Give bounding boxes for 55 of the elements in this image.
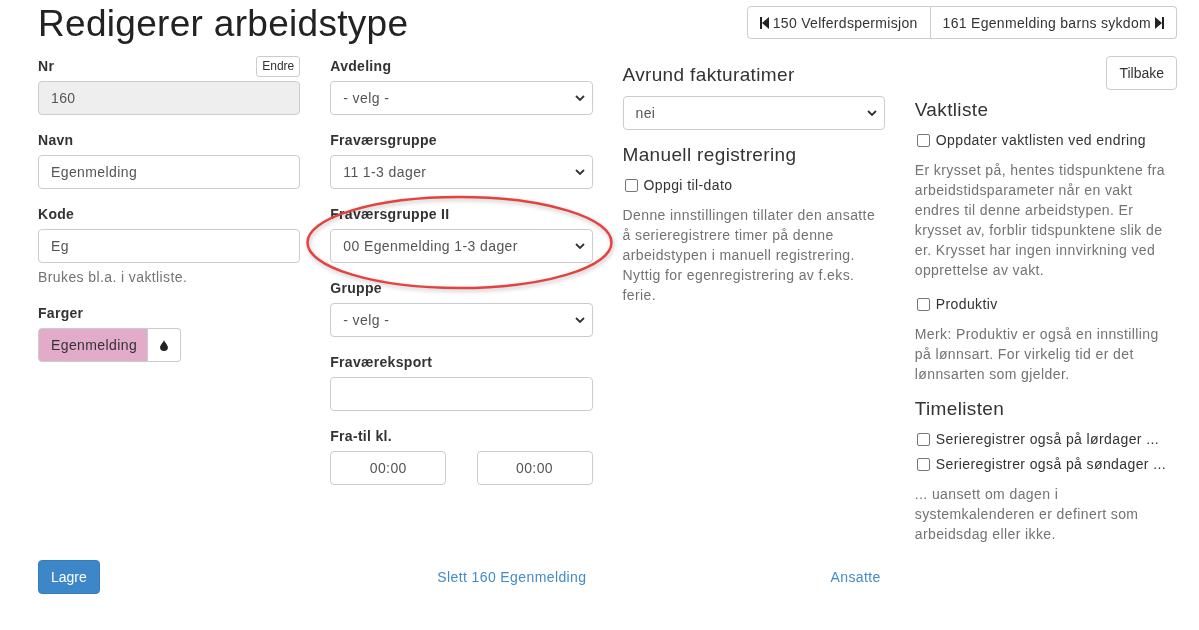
skip-forward-icon xyxy=(1155,16,1164,29)
delete-link[interactable]: Slett 160 Egenmelding xyxy=(437,569,593,585)
time-field[interactable]: 00:00 xyxy=(330,451,447,485)
field-label: Kode xyxy=(38,205,75,224)
checkbox-label[interactable]: Serieregistrer også på lørdager ... xyxy=(935,429,1160,449)
field-label: Nr xyxy=(38,57,55,76)
section-heading: Vaktliste xyxy=(914,99,990,121)
help-text: ... uansett om dagen i systemkalenderen er definert som arbeidsdag eller ikke. xyxy=(914,485,1140,544)
next-record-button[interactable]: 161 Egenmelding barns sykdom xyxy=(930,6,1177,39)
select-field[interactable]: 11 1-3 dager xyxy=(330,155,593,189)
help-text: Denne innstillingen tillater den ansatte å serieregistrere timer på denne arbeidstypen i manuell registrering. Nyttig for egenregistrering av f.eks. ferie. xyxy=(622,206,877,305)
section-heading: Avrund fakturatimer xyxy=(622,64,796,86)
checkbox-label[interactable]: Produktiv xyxy=(935,294,998,314)
help-text: Brukes bl.a. i vaktliste. xyxy=(38,268,189,287)
checkbox-label[interactable]: Serieregistrer også på søndager ... xyxy=(935,454,1167,474)
back-button[interactable]: Tilbake xyxy=(1106,56,1177,90)
droplet-icon xyxy=(160,339,168,351)
select-field[interactable]: nei xyxy=(622,96,885,130)
color-field[interactable]: Egenmelding xyxy=(38,328,148,362)
previous-record-button[interactable]: 150 Velferdspermisjon xyxy=(746,6,931,39)
chevron-down-icon xyxy=(574,95,585,101)
text-field[interactable]: Eg xyxy=(38,229,301,263)
chevron-down-icon xyxy=(866,110,877,116)
field-label: Fra-til kl. xyxy=(330,427,392,446)
checkbox-label[interactable]: Oppgi til-dato xyxy=(643,175,733,195)
help-text: Merk: Produktiv er også en innstilling på lønnsart. For virkelig tid er det lønnsarten som gjelder. xyxy=(914,325,1160,384)
select-field[interactable]: - velg - xyxy=(330,81,593,115)
time-field[interactable]: 00:00 xyxy=(476,451,593,485)
page-title: Redigerer arbeidstype xyxy=(38,2,409,46)
chevron-down-icon xyxy=(574,317,585,323)
section-heading: Manuell registrering xyxy=(622,144,798,166)
field-label: Avdeling xyxy=(330,57,392,76)
field-label: Farger xyxy=(38,304,84,323)
chevron-down-icon xyxy=(574,169,585,175)
chevron-down-icon xyxy=(574,243,585,249)
color-picker-button[interactable] xyxy=(148,328,181,362)
field-label: Gruppe xyxy=(330,279,382,298)
checkbox[interactable] xyxy=(624,178,638,192)
help-text: Er krysset på, hentes tidspunktene fra arbeidstidsparameter når en vakt endres til denne arbeidstypen. Er krysset av, forblir tidspunktene slik de er. Krysset har ingen innvirkning ved opprettelse av vakt. xyxy=(914,161,1166,280)
field-label: Fraværsgruppe xyxy=(330,131,437,150)
checkbox[interactable] xyxy=(916,297,930,311)
checkbox-label[interactable]: Oppdater vaktlisten ved endring xyxy=(935,130,1146,150)
save-button[interactable]: Lagre xyxy=(38,560,100,594)
checkbox[interactable] xyxy=(916,432,930,446)
text-field[interactable]: Egenmelding xyxy=(38,155,301,189)
section-heading: Timelisten xyxy=(914,398,1006,420)
select-field[interactable]: 00 Egenmelding 1-3 dager xyxy=(330,229,593,263)
select-field[interactable]: - velg - xyxy=(330,303,593,337)
text-field[interactable] xyxy=(330,377,593,411)
employees-link[interactable]: Ansatte xyxy=(830,569,885,585)
checkbox[interactable] xyxy=(916,457,930,471)
skip-back-icon xyxy=(759,16,769,29)
checkbox[interactable] xyxy=(916,133,930,147)
field-label: Navn xyxy=(38,131,74,150)
field-label: Fraværeksport xyxy=(330,353,433,372)
